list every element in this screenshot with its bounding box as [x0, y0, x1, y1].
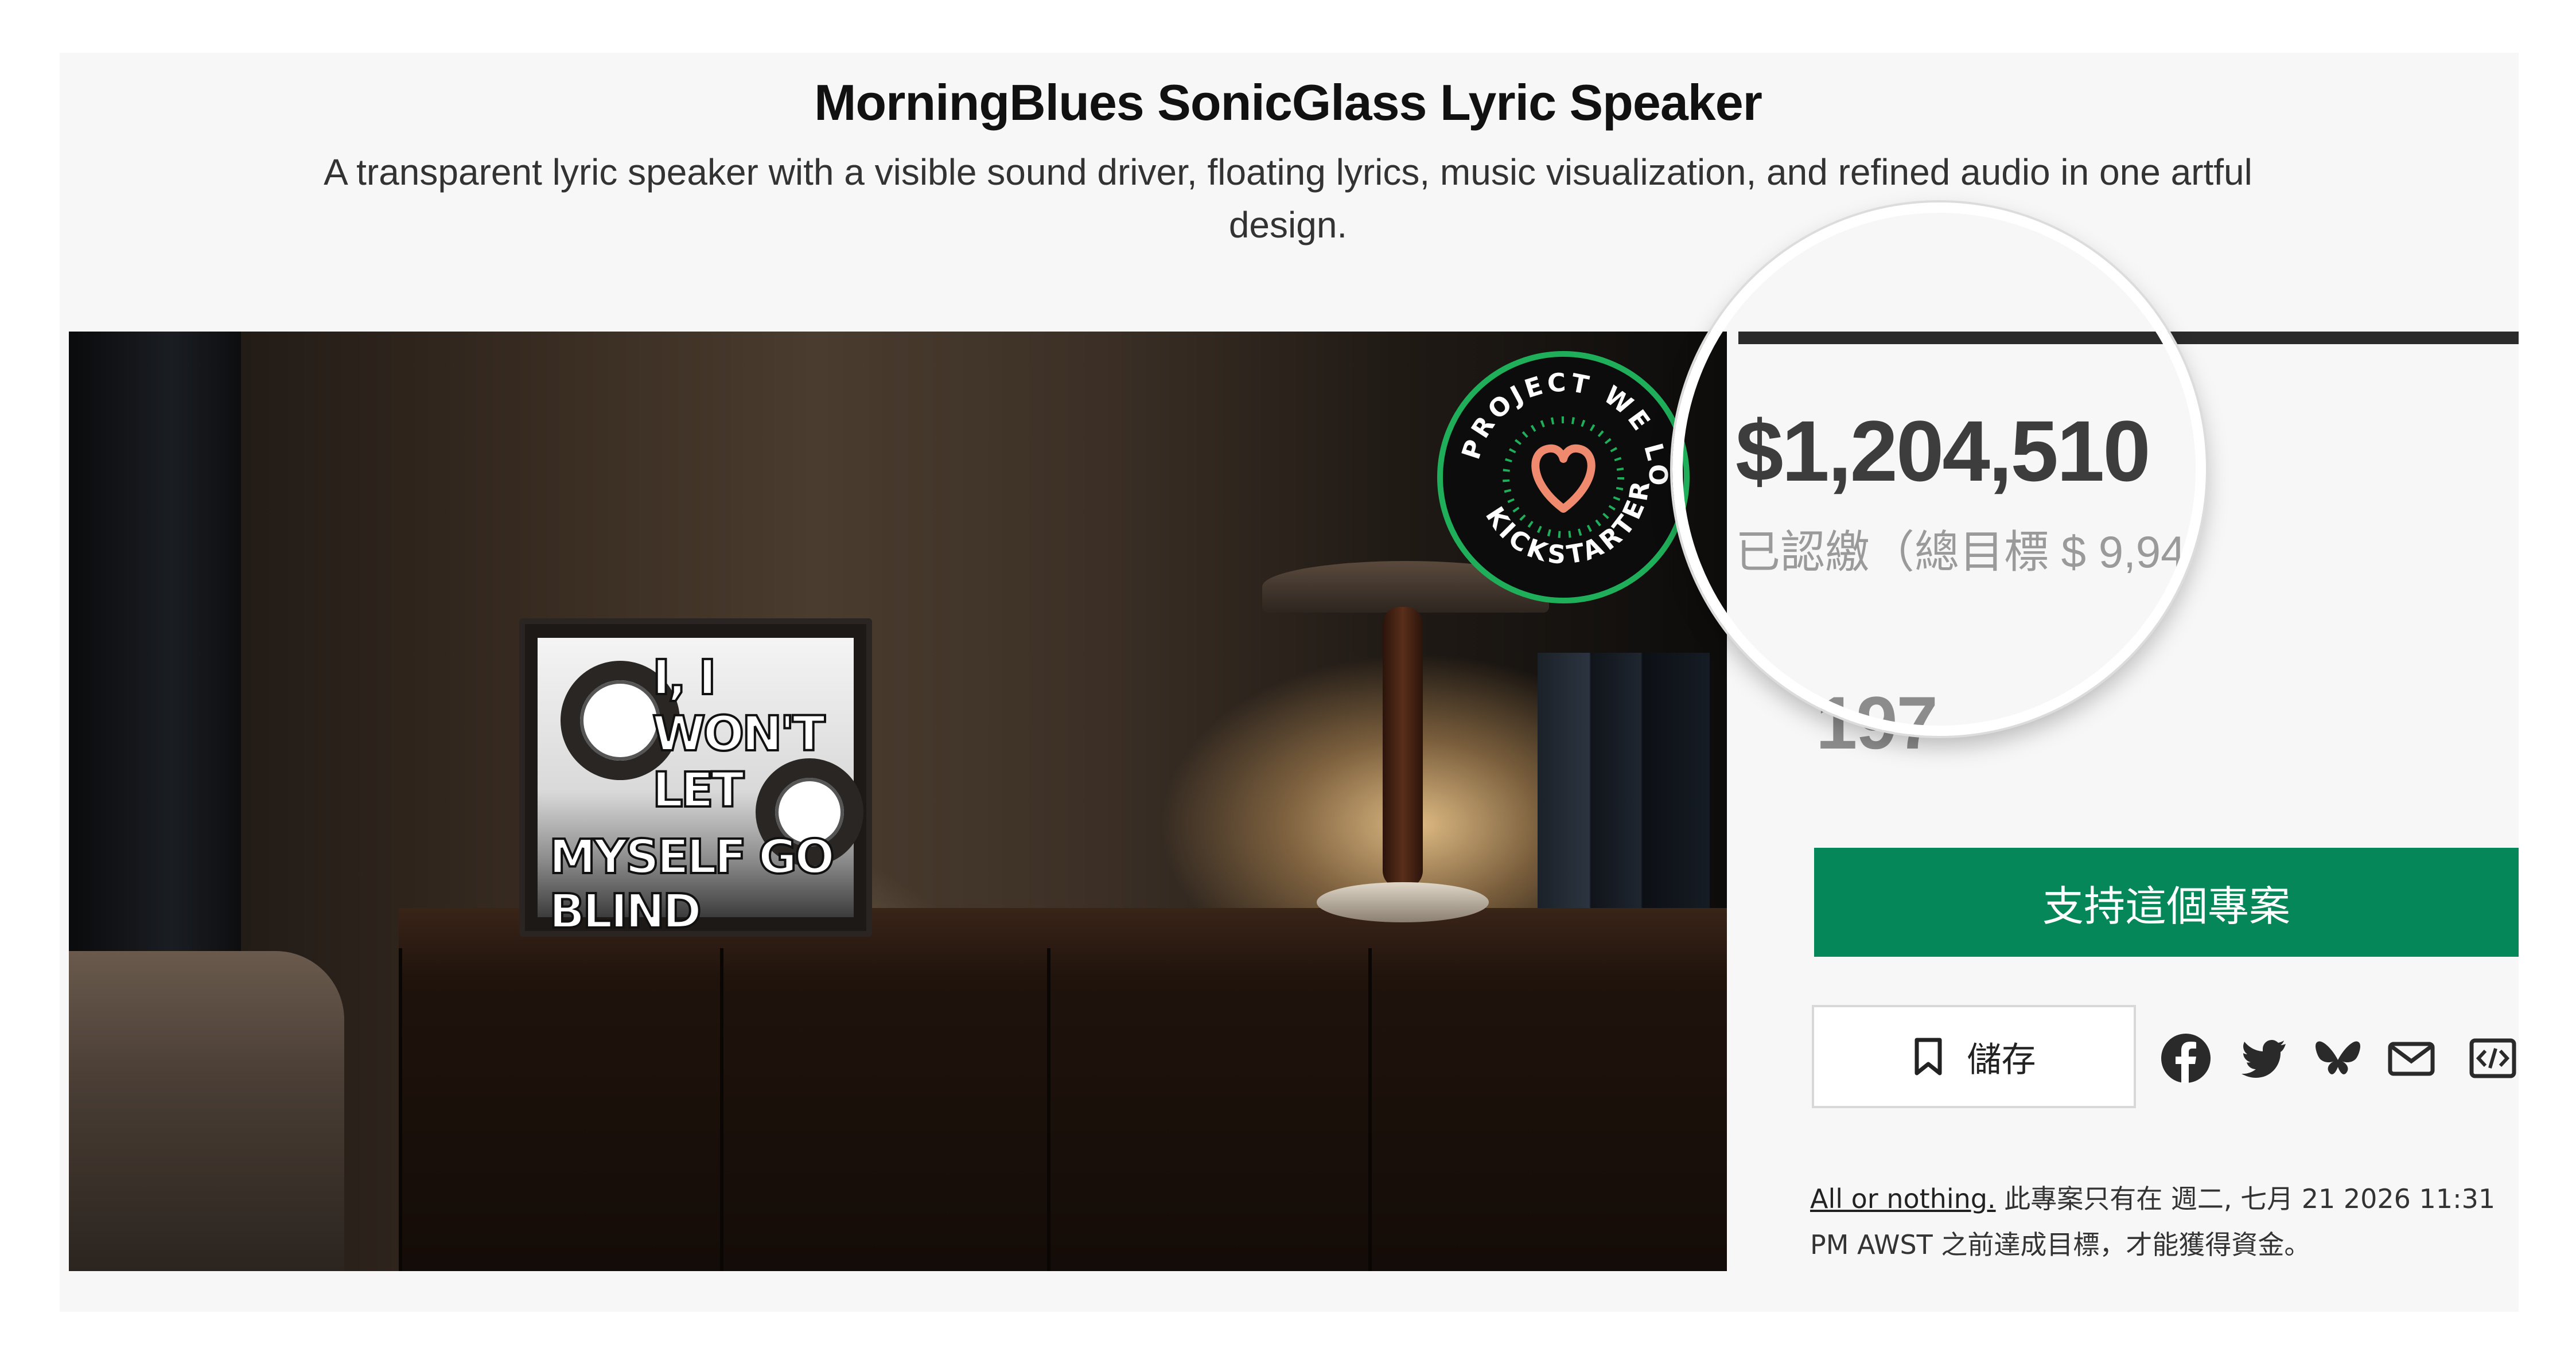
heart-icon — [1531, 444, 1596, 513]
lyric-speaker: I, I WON'T LET MYSELF GO BLIND — [519, 618, 872, 940]
save-label: 儲存 — [1967, 1039, 2036, 1080]
back-project-button[interactable]: 支持這個專案 — [1814, 848, 2519, 957]
save-button[interactable]: 儲存 — [1812, 1005, 2136, 1108]
project-we-love-badge: PROJECT WE LOVE KICKSTARTER — [1437, 351, 1690, 603]
email-icon[interactable] — [2386, 1032, 2437, 1084]
sideboard — [399, 908, 1727, 1271]
lamp-stem — [1383, 607, 1423, 888]
badge-graphic: PROJECT WE LOVE KICKSTARTER — [1443, 357, 1672, 570]
speaker-screen: I, I WON'T LET MYSELF GO BLIND — [538, 638, 863, 940]
svg-text:PROJECT WE LOVE: PROJECT WE LOVE — [1443, 357, 1672, 489]
backers-count: 197 — [1816, 681, 1938, 765]
lyric-line-2: MYSELF GO BLIND — [548, 829, 836, 940]
pledged-amount: $1,204,510 — [1736, 403, 2151, 499]
funding-progress-bar — [1738, 332, 2519, 344]
pledged-goal-label: 已認繳（總目標 $ 9,94 — [1736, 527, 2186, 577]
project-subtitle: A transparent lyric speaker with a visib… — [324, 151, 2252, 245]
sofa — [69, 951, 344, 1271]
bookmark-icon — [1915, 1038, 1941, 1075]
books — [1538, 653, 1710, 908]
project-title: MorningBlues SonicGlass Lyric Speaker — [814, 74, 1762, 131]
twitter-icon[interactable] — [2238, 1032, 2289, 1084]
lamp-base — [1317, 882, 1489, 922]
bluesky-icon[interactable] — [2312, 1032, 2364, 1084]
embed-icon[interactable] — [2467, 1032, 2519, 1084]
facebook-icon[interactable] — [2160, 1032, 2212, 1084]
lyric-line-1: I, I WON'T LET — [651, 648, 826, 819]
hero-image[interactable]: I, I WON'T LET MYSELF GO BLIND PROJECT W… — [69, 332, 1727, 1271]
funding-note: All or nothing. 此專案只有在 週二, 七月 21 2026 11… — [1810, 1176, 2521, 1268]
all-or-nothing-link[interactable]: All or nothing. — [1810, 1183, 1996, 1214]
